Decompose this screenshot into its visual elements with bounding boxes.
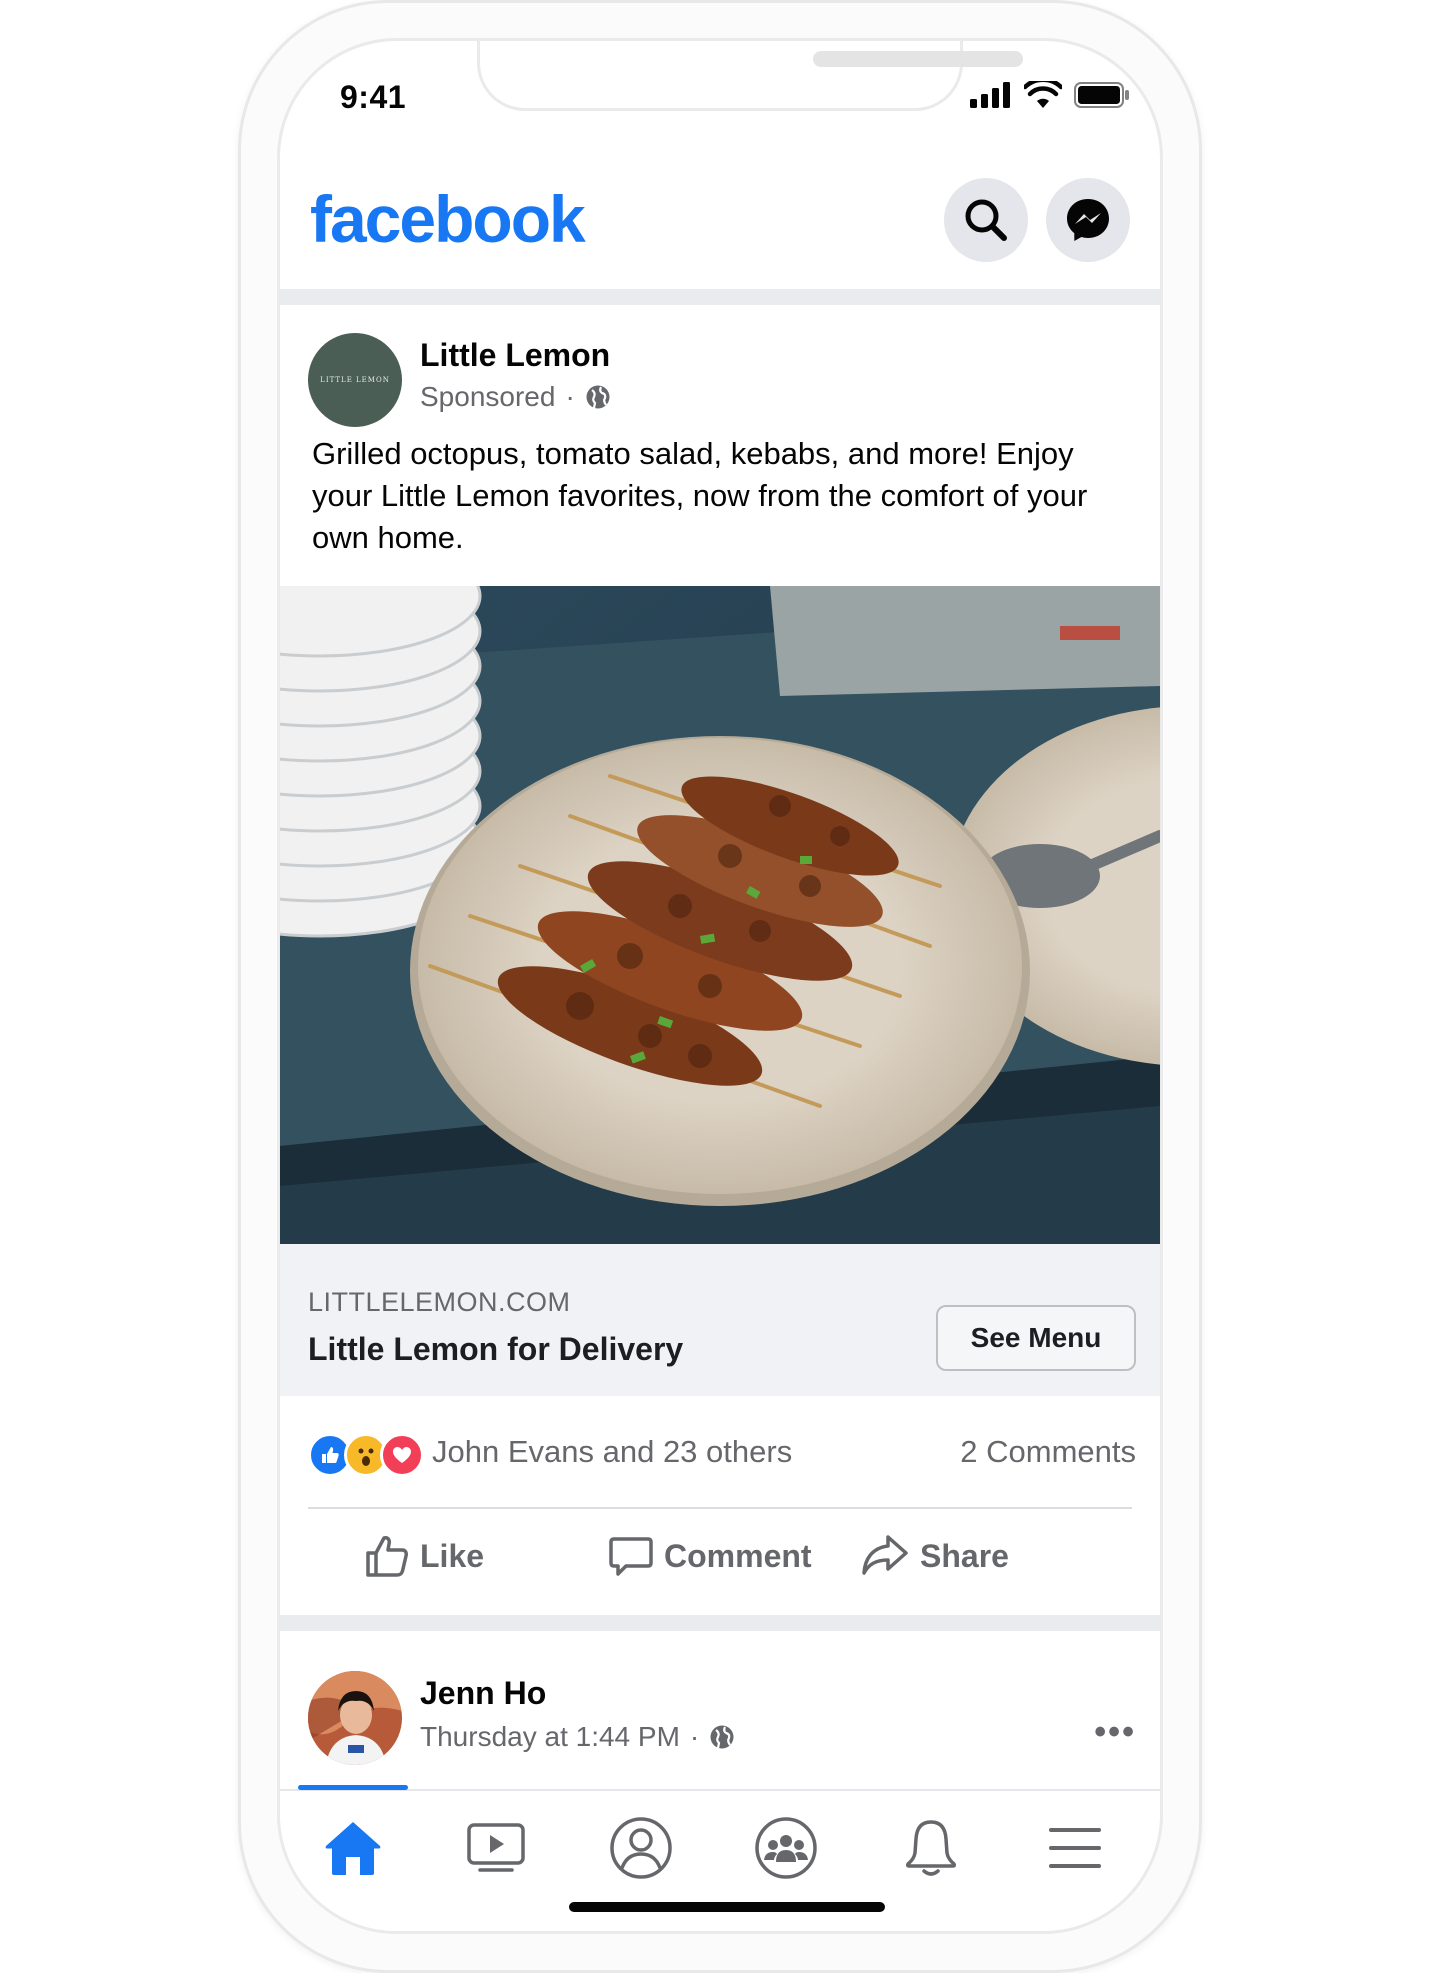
facebook-logo[interactable]: facebook: [310, 181, 586, 257]
messenger-button[interactable]: [1046, 178, 1130, 262]
status-time: 9:41: [340, 79, 407, 115]
reactions-text[interactable]: John Evans and 23 others: [432, 1434, 792, 1470]
phone-screen: 9:41 facebook LITTLE LEMON Little Lemon …: [277, 38, 1163, 1934]
notifications-icon: [905, 1820, 957, 1876]
meta-separator-2: ·: [689, 1721, 700, 1752]
battery-icon: [1074, 82, 1129, 108]
meta-separator: ·: [565, 381, 575, 412]
post-meta: Sponsored ·: [420, 381, 611, 413]
jenn-ho-meta: Thursday at 1:44 PM ·: [420, 1721, 735, 1753]
actions-divider: [308, 1507, 1132, 1509]
love-reaction-icon: [380, 1433, 424, 1477]
food-photo: [280, 586, 1160, 1244]
speaker: [813, 51, 1023, 67]
comment-icon: [609, 1537, 653, 1576]
signal-icon: [970, 82, 1010, 108]
globe-icon: [586, 385, 610, 409]
see-menu-button[interactable]: See Menu: [936, 1305, 1136, 1371]
post-time[interactable]: Thursday at 1:44 PM: [420, 1721, 680, 1753]
tab-profile[interactable]: [601, 1813, 681, 1883]
post-text: Grilled octopus, tomato salad, kebabs, a…: [312, 436, 1088, 555]
link-domain: LITTLELEMON.COM: [308, 1287, 571, 1317]
like-button[interactable]: Like: [364, 1533, 484, 1579]
tab-notifications[interactable]: [891, 1813, 971, 1883]
tab-groups[interactable]: [746, 1813, 826, 1883]
post-image[interactable]: [280, 586, 1160, 1244]
avatar-text: LITTLE LEMON: [320, 376, 390, 384]
reactions-icons[interactable]: [308, 1433, 424, 1477]
tab-home[interactable]: [313, 1813, 393, 1883]
share-button[interactable]: Share: [860, 1533, 1009, 1579]
share-label: Share: [920, 1537, 1009, 1574]
watch-icon: [467, 1823, 525, 1872]
search-button[interactable]: [944, 178, 1028, 262]
jenn-ho-avatar[interactable]: [308, 1671, 402, 1765]
little-lemon-avatar[interactable]: LITTLE LEMON: [308, 333, 402, 427]
messenger-icon: [1067, 199, 1109, 241]
globe-icon: [710, 1725, 734, 1749]
groups-icon: [755, 1817, 817, 1879]
notch: [477, 41, 1023, 111]
like-label: Like: [420, 1537, 485, 1574]
active-tab-indicator: [298, 1785, 408, 1790]
feed-separator-2: [280, 1615, 1160, 1631]
status-icons: [970, 81, 1130, 109]
comments-count[interactable]: 2 Comments: [960, 1434, 1136, 1470]
search-icon: [965, 199, 1007, 241]
home-icon: [325, 1822, 381, 1875]
tab-menu[interactable]: [1035, 1813, 1115, 1883]
profile-icon: [610, 1817, 672, 1879]
link-title[interactable]: Little Lemon for Delivery: [308, 1331, 683, 1368]
sponsored-label[interactable]: Sponsored: [420, 381, 555, 413]
share-icon: [862, 1535, 908, 1575]
comment-label: Comment: [664, 1537, 812, 1574]
tab-watch[interactable]: [456, 1813, 536, 1883]
wifi-icon: [1024, 81, 1062, 108]
menu-icon: [1049, 1828, 1101, 1868]
feed-separator: [280, 289, 1160, 305]
profile-photo: [308, 1671, 402, 1765]
like-icon: [366, 1536, 408, 1577]
comment-button[interactable]: Comment: [608, 1533, 812, 1579]
post-page-name[interactable]: Little Lemon: [420, 337, 610, 374]
home-indicator[interactable]: [569, 1902, 885, 1912]
more-options-icon[interactable]: •••: [1094, 1713, 1136, 1752]
jenn-ho-name[interactable]: Jenn Ho: [420, 1675, 546, 1712]
